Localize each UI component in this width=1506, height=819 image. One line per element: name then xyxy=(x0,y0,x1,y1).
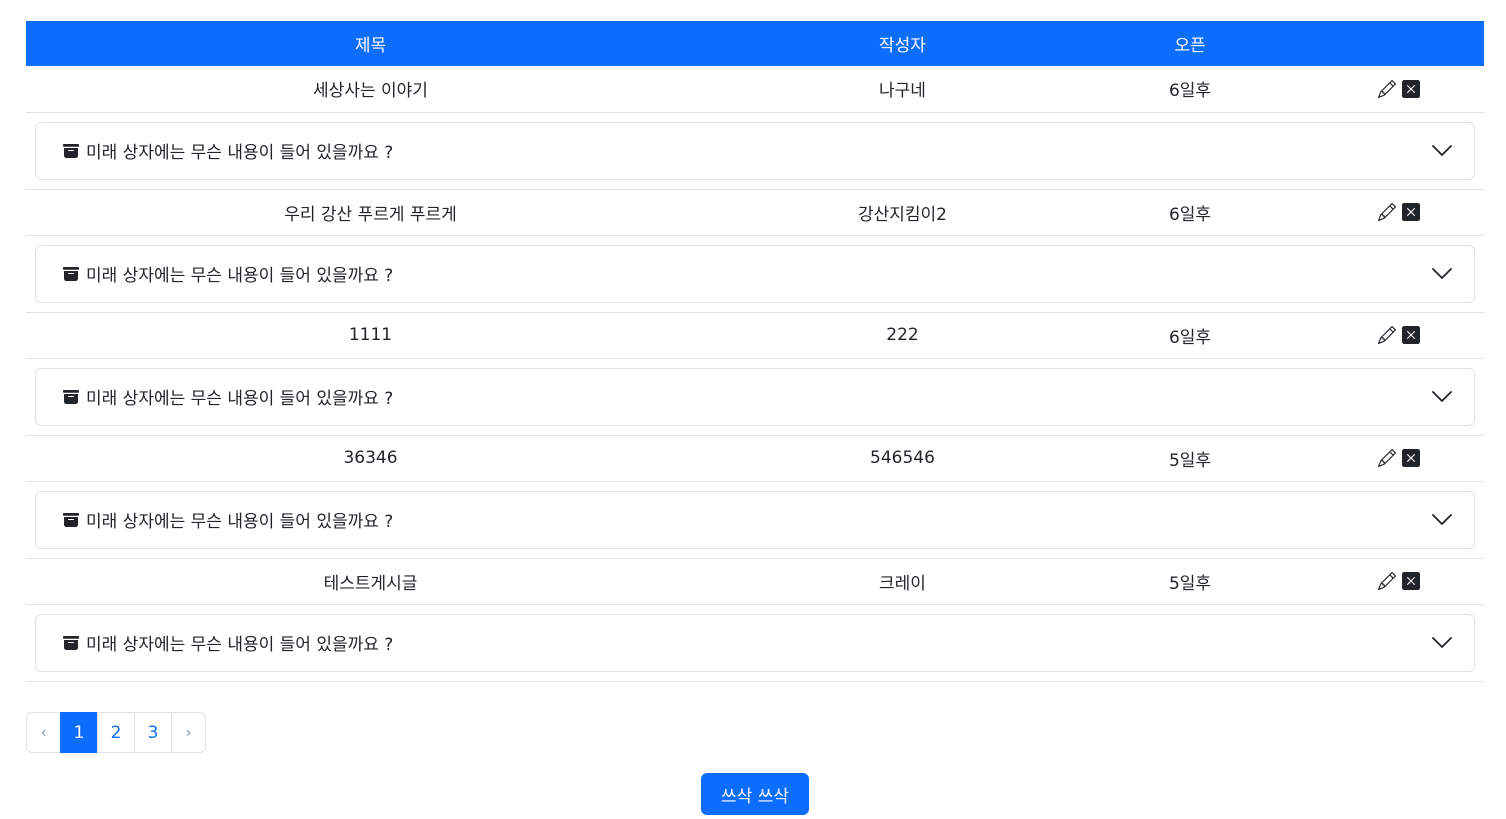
post-title[interactable]: 세상사는 이야기 xyxy=(26,66,715,112)
pencil-icon[interactable] xyxy=(1378,79,1396,98)
pencil-icon[interactable] xyxy=(1378,449,1396,467)
x-square-fill-icon[interactable] xyxy=(1402,203,1420,221)
post-actions xyxy=(1290,189,1484,235)
chevron-down-icon[interactable] xyxy=(1432,144,1452,157)
row-action-group xyxy=(1290,203,1484,221)
table-header-row: 제목 작성자 오픈 xyxy=(26,21,1484,66)
pagination-page-2[interactable]: 2 xyxy=(97,712,135,753)
time-capsule-table: 제목 작성자 오픈 세상사는 이야기 나구네 6일후 미래 상자에는 무슨 내용이 들… xyxy=(26,21,1484,682)
write-post-button[interactable]: 쓰삭 쓰삭 xyxy=(701,773,809,815)
accordion-header: 미래 상자에는 무슨 내용이 들어 있을까요 ? xyxy=(62,261,393,286)
archive-box-icon xyxy=(62,389,80,405)
post-author: 강산지킴이2 xyxy=(857,204,948,225)
x-square-fill-icon[interactable] xyxy=(1402,326,1420,344)
accordion-label: 미래 상자에는 무슨 내용이 들어 있을까요 ? xyxy=(86,512,394,532)
accordion-toggle[interactable]: 미래 상자에는 무슨 내용이 들어 있을까요 ? xyxy=(35,121,1475,180)
accordion-cell: 미래 상자에는 무슨 내용이 들어 있을까요 ? xyxy=(26,112,1484,190)
post-title[interactable]: 36346 xyxy=(26,435,715,481)
post-actions xyxy=(1290,558,1484,604)
header-open: 오픈 xyxy=(1174,36,1206,56)
post-author: 크레이 xyxy=(879,573,926,594)
post-open-date: 5일후 xyxy=(1168,573,1212,594)
row-action-group xyxy=(1290,79,1484,98)
post-open-date: 6일후 xyxy=(1168,81,1212,102)
table-row[interactable]: 테스트게시글 크레이 5일후 xyxy=(26,558,1484,604)
accordion-cell: 미래 상자에는 무슨 내용이 들어 있을까요 ? xyxy=(26,481,1484,559)
accordion-row: 미래 상자에는 무슨 내용이 들어 있을까요 ? xyxy=(26,604,1484,682)
accordion-header: 미래 상자에는 무슨 내용이 들어 있을까요 ? xyxy=(62,630,393,655)
header-author: 작성자 xyxy=(879,36,926,56)
accordion-header: 미래 상자에는 무슨 내용이 들어 있을까요 ? xyxy=(62,384,393,409)
header-actions xyxy=(1290,21,1484,66)
post-title[interactable]: 1111 xyxy=(26,312,715,358)
post-author: 나구네 xyxy=(879,81,926,102)
x-square-fill-icon[interactable] xyxy=(1402,79,1420,98)
table-body: 세상사는 이야기 나구네 6일후 미래 상자에는 무슨 내용이 들어 있을까요 ? 우리… xyxy=(26,66,1484,682)
accordion-label: 미래 상자에는 무슨 내용이 들어 있을까요 ? xyxy=(86,389,394,409)
post-author: 546546 xyxy=(870,448,935,468)
post-open-date: 5일후 xyxy=(1168,450,1212,471)
accordion-row: 미래 상자에는 무슨 내용이 들어 있을까요 ? xyxy=(26,481,1484,559)
x-square-fill-icon[interactable] xyxy=(1402,572,1420,590)
accordion-cell: 미래 상자에는 무슨 내용이 들어 있을까요 ? xyxy=(26,235,1484,313)
pagination: ‹ 1 2 3 › xyxy=(26,712,206,753)
pencil-icon[interactable] xyxy=(1378,572,1396,590)
row-action-group xyxy=(1290,572,1484,590)
archive-box-icon xyxy=(62,266,80,282)
post-actions xyxy=(1290,435,1484,481)
accordion-label: 미래 상자에는 무슨 내용이 들어 있을까요 ? xyxy=(86,266,394,286)
accordion-toggle[interactable]: 미래 상자에는 무슨 내용이 들어 있을까요 ? xyxy=(35,244,1475,303)
accordion-row: 미래 상자에는 무슨 내용이 들어 있을까요 ? xyxy=(26,235,1484,313)
pagination-page-3[interactable]: 3 xyxy=(134,712,172,753)
x-square-fill-icon[interactable] xyxy=(1402,449,1420,467)
chevron-down-icon[interactable] xyxy=(1432,267,1452,280)
accordion-cell: 미래 상자에는 무슨 내용이 들어 있을까요 ? xyxy=(26,604,1484,682)
table-row[interactable]: 1111 222 6일후 xyxy=(26,312,1484,358)
archive-box-icon xyxy=(62,143,80,159)
row-action-group xyxy=(1290,326,1484,344)
chevron-down-icon[interactable] xyxy=(1432,390,1452,403)
pencil-icon[interactable] xyxy=(1378,203,1396,221)
table-header: 제목 작성자 오픈 xyxy=(26,21,1484,66)
accordion-label: 미래 상자에는 무슨 내용이 들어 있을까요 ? xyxy=(86,143,394,163)
post-actions xyxy=(1290,312,1484,358)
post-open-date: 6일후 xyxy=(1168,204,1212,225)
accordion-header: 미래 상자에는 무슨 내용이 들어 있을까요 ? xyxy=(62,507,393,532)
board-container: 제목 작성자 오픈 세상사는 이야기 나구네 6일후 미래 상자에는 무슨 내용이 들… xyxy=(26,21,1484,682)
accordion-header: 미래 상자에는 무슨 내용이 들어 있을까요 ? xyxy=(62,138,393,163)
accordion-row: 미래 상자에는 무슨 내용이 들어 있을까요 ? xyxy=(26,358,1484,436)
archive-box-icon xyxy=(62,635,80,651)
pagination-prev-button[interactable]: ‹ xyxy=(26,712,61,753)
chevron-down-icon[interactable] xyxy=(1432,636,1452,649)
archive-box-icon xyxy=(62,512,80,528)
post-author: 222 xyxy=(886,325,919,345)
accordion-toggle[interactable]: 미래 상자에는 무슨 내용이 들어 있을까요 ? xyxy=(35,490,1475,549)
post-open-date: 6일후 xyxy=(1168,327,1212,348)
accordion-cell: 미래 상자에는 무슨 내용이 들어 있을까요 ? xyxy=(26,358,1484,436)
post-actions xyxy=(1290,66,1484,112)
accordion-toggle[interactable]: 미래 상자에는 무슨 내용이 들어 있을까요 ? xyxy=(35,367,1475,426)
table-row[interactable]: 우리 강산 푸르게 푸르게 강산지킴이2 6일후 xyxy=(26,189,1484,235)
accordion-row: 미래 상자에는 무슨 내용이 들어 있을까요 ? xyxy=(26,112,1484,190)
pencil-icon[interactable] xyxy=(1378,326,1396,344)
post-title[interactable]: 우리 강산 푸르게 푸르게 xyxy=(26,189,715,235)
table-row[interactable]: 세상사는 이야기 나구네 6일후 xyxy=(26,66,1484,112)
table-row[interactable]: 36346 546546 5일후 xyxy=(26,435,1484,481)
post-title[interactable]: 테스트게시글 xyxy=(26,558,715,604)
chevron-down-icon[interactable] xyxy=(1432,513,1452,526)
accordion-toggle[interactable]: 미래 상자에는 무슨 내용이 들어 있을까요 ? xyxy=(35,613,1475,672)
pagination-page-1[interactable]: 1 xyxy=(60,712,98,753)
pagination-next-button[interactable]: › xyxy=(171,712,206,753)
header-title: 제목 xyxy=(354,36,387,56)
row-action-group xyxy=(1290,449,1484,467)
accordion-label: 미래 상자에는 무슨 내용이 들어 있을까요 ? xyxy=(86,635,394,655)
